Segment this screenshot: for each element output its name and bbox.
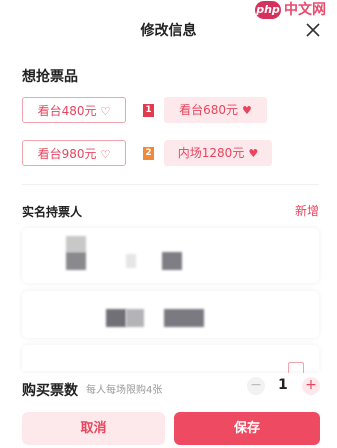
heart-outline-icon: ♡ — [100, 105, 111, 118]
quantity-hint: 每人每场限购4张 — [86, 385, 163, 396]
section-divider — [22, 184, 319, 185]
redacted-block — [162, 252, 182, 270]
ticket-option-480[interactable]: 看台480元 ♡ — [22, 97, 126, 123]
checkbox-icon — [288, 362, 304, 373]
add-holder-link[interactable]: 新增 — [295, 202, 319, 219]
watermark-text: 中文网 — [284, 2, 326, 18]
ticket-option-label: 看台980元 — [37, 147, 97, 161]
cancel-button[interactable]: 取消 — [22, 412, 165, 445]
redacted-block — [66, 236, 86, 252]
rank-badge: 1 — [143, 104, 154, 117]
ticket-section-title: 想抢票品 — [22, 69, 78, 85]
increase-quantity-button[interactable]: + — [302, 377, 320, 395]
close-icon[interactable] — [303, 20, 323, 40]
holder-card[interactable] — [22, 345, 319, 373]
watermark-logo: php — [255, 1, 281, 19]
ticket-option-label: 内场1280元 — [177, 146, 245, 160]
heart-outline-icon: ♡ — [100, 148, 111, 161]
redacted-block — [164, 309, 204, 327]
ticket-option-label: 看台480元 — [37, 104, 97, 118]
page-title: 修改信息 — [140, 23, 197, 39]
decrease-quantity-button[interactable]: − — [247, 377, 265, 395]
ticket-option-680[interactable]: 看台680元 ♥ — [164, 97, 267, 123]
holders-section-title: 实名持票人 — [22, 205, 83, 219]
ticket-option-1280[interactable]: 内场1280元 ♥ — [164, 140, 272, 166]
rank-badge: 2 — [143, 147, 154, 160]
ticket-option-980[interactable]: 看台980元 ♡ — [22, 140, 126, 166]
redacted-block — [66, 252, 86, 270]
heart-filled-icon: ♥ — [248, 147, 259, 160]
quantity-value: 1 — [278, 377, 288, 393]
save-button[interactable]: 保存 — [174, 412, 320, 445]
redacted-block — [126, 254, 136, 268]
heart-filled-icon: ♥ — [242, 104, 252, 117]
holder-card[interactable] — [22, 291, 319, 338]
redacted-block — [126, 309, 144, 327]
holder-card[interactable] — [22, 228, 319, 283]
quantity-label: 购买票数 — [22, 383, 78, 399]
redacted-block — [106, 309, 126, 327]
ticket-option-label: 看台680元 — [179, 103, 239, 117]
